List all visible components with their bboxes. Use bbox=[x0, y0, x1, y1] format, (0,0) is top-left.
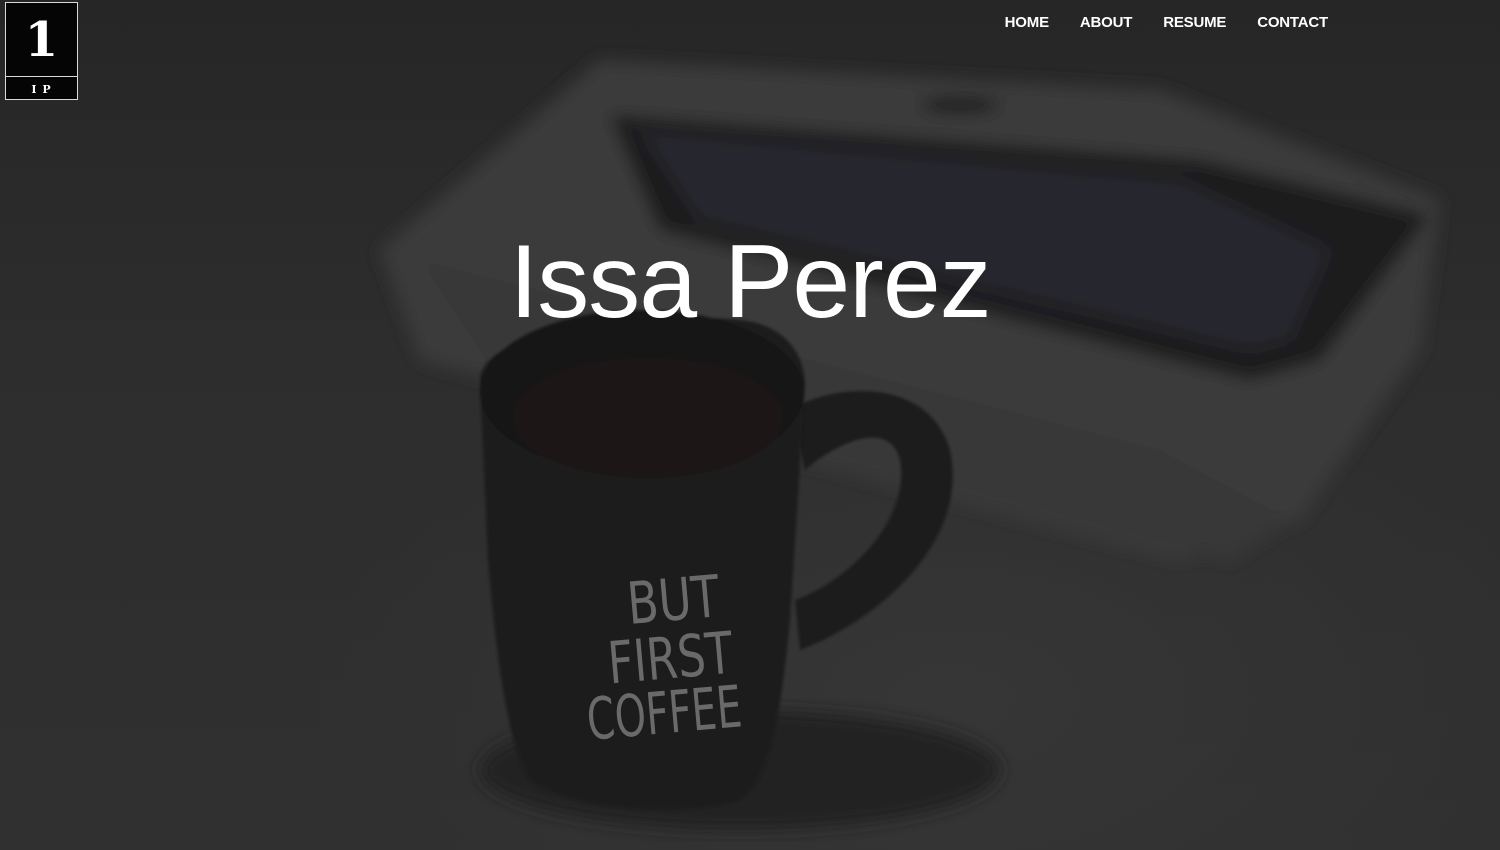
nav-contact-link[interactable]: CONTACT bbox=[1257, 13, 1328, 33]
nav-home-link[interactable]: HOME bbox=[1005, 13, 1049, 33]
main-nav: HOME ABOUT RESUME CONTACT bbox=[1005, 13, 1329, 33]
mug-handle bbox=[790, 390, 953, 650]
coffee-mug-image bbox=[480, 310, 805, 810]
nav-resume-link[interactable]: RESUME bbox=[1163, 13, 1226, 33]
logo-mark: 1 bbox=[24, 11, 59, 68]
logo-divider bbox=[6, 76, 77, 77]
hero-section: BUT FIRST COFFEE 1 I P HOME ABOUT RESUME… bbox=[0, 0, 1500, 850]
hero-title: Issa Perez bbox=[509, 224, 991, 340]
logo-initials: I P bbox=[31, 82, 52, 96]
site-logo[interactable]: 1 I P bbox=[5, 2, 78, 100]
background-photo bbox=[380, 60, 1440, 830]
nav-about-link[interactable]: ABOUT bbox=[1080, 13, 1133, 33]
